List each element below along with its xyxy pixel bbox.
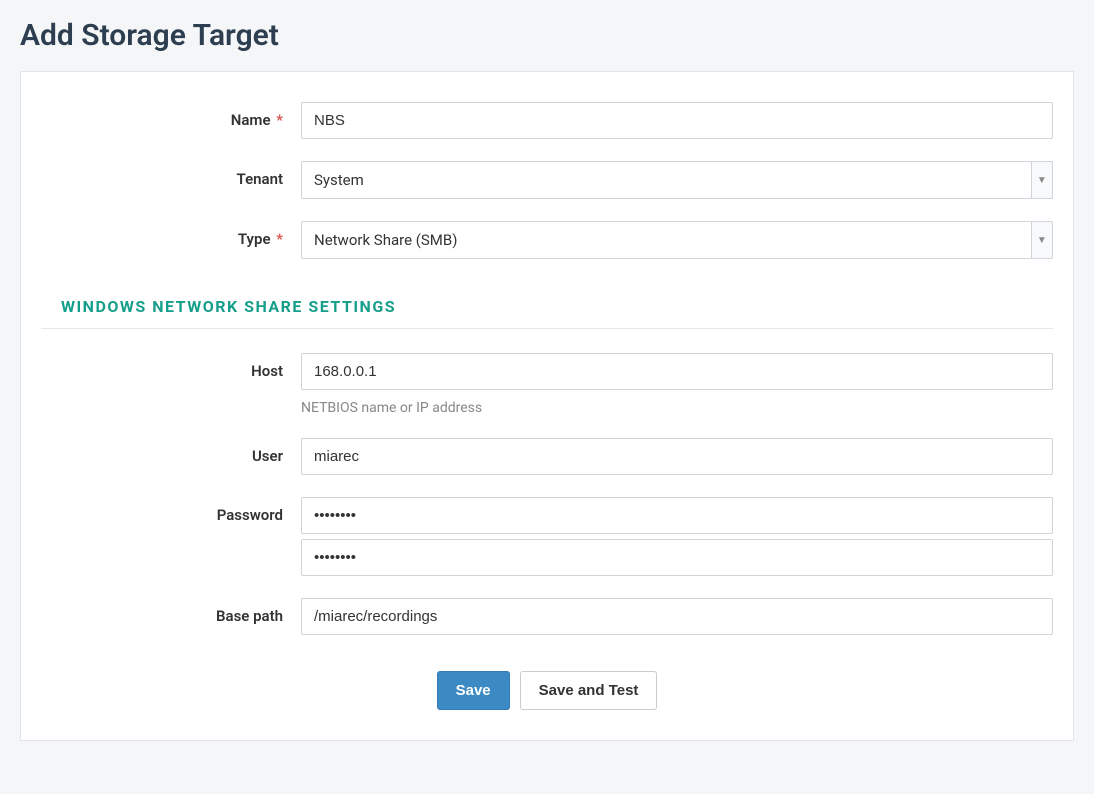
save-button[interactable]: Save [437, 671, 510, 710]
label-base-path-text: Base path [216, 607, 283, 625]
name-input[interactable] [301, 102, 1053, 139]
row-name: Name * [41, 102, 1053, 139]
button-row: Save Save and Test [41, 671, 1053, 710]
section-header-network-share: WINDOWS NETWORK SHARE SETTINGS [41, 281, 1053, 329]
label-tenant-text: Tenant [237, 170, 283, 188]
chevron-down-icon[interactable]: ▼ [1032, 221, 1053, 259]
save-and-test-button[interactable]: Save and Test [520, 671, 658, 710]
label-name: Name * [41, 102, 301, 129]
password-confirm-input[interactable] [301, 539, 1053, 576]
label-password: Password [41, 497, 301, 524]
row-user: User [41, 438, 1053, 475]
row-host: Host NETBIOS name or IP address [41, 353, 1053, 416]
required-marker: * [276, 111, 283, 129]
row-tenant: Tenant System ▼ [41, 161, 1053, 199]
label-password-text: Password [217, 506, 283, 524]
label-type-text: Type [238, 230, 271, 248]
label-tenant: Tenant [41, 161, 301, 188]
tenant-select[interactable]: System [301, 161, 1032, 199]
form-panel: Name * Tenant System ▼ Type * Network Sh… [20, 71, 1074, 741]
row-password: Password [41, 497, 1053, 576]
row-type: Type * Network Share (SMB) ▼ [41, 221, 1053, 259]
label-name-text: Name [231, 111, 271, 129]
page-title: Add Storage Target [0, 0, 1094, 71]
label-host: Host [41, 353, 301, 380]
host-help-text: NETBIOS name or IP address [301, 400, 1053, 416]
type-select[interactable]: Network Share (SMB) [301, 221, 1032, 259]
host-input[interactable] [301, 353, 1053, 390]
chevron-down-icon[interactable]: ▼ [1032, 161, 1053, 199]
user-input[interactable] [301, 438, 1053, 475]
label-user-text: User [252, 447, 283, 465]
label-base-path: Base path [41, 598, 301, 625]
row-base-path: Base path [41, 598, 1053, 635]
label-user: User [41, 438, 301, 465]
base-path-input[interactable] [301, 598, 1053, 635]
required-marker: * [276, 230, 283, 248]
label-type: Type * [41, 221, 301, 248]
password-input[interactable] [301, 497, 1053, 534]
label-host-text: Host [251, 362, 283, 380]
